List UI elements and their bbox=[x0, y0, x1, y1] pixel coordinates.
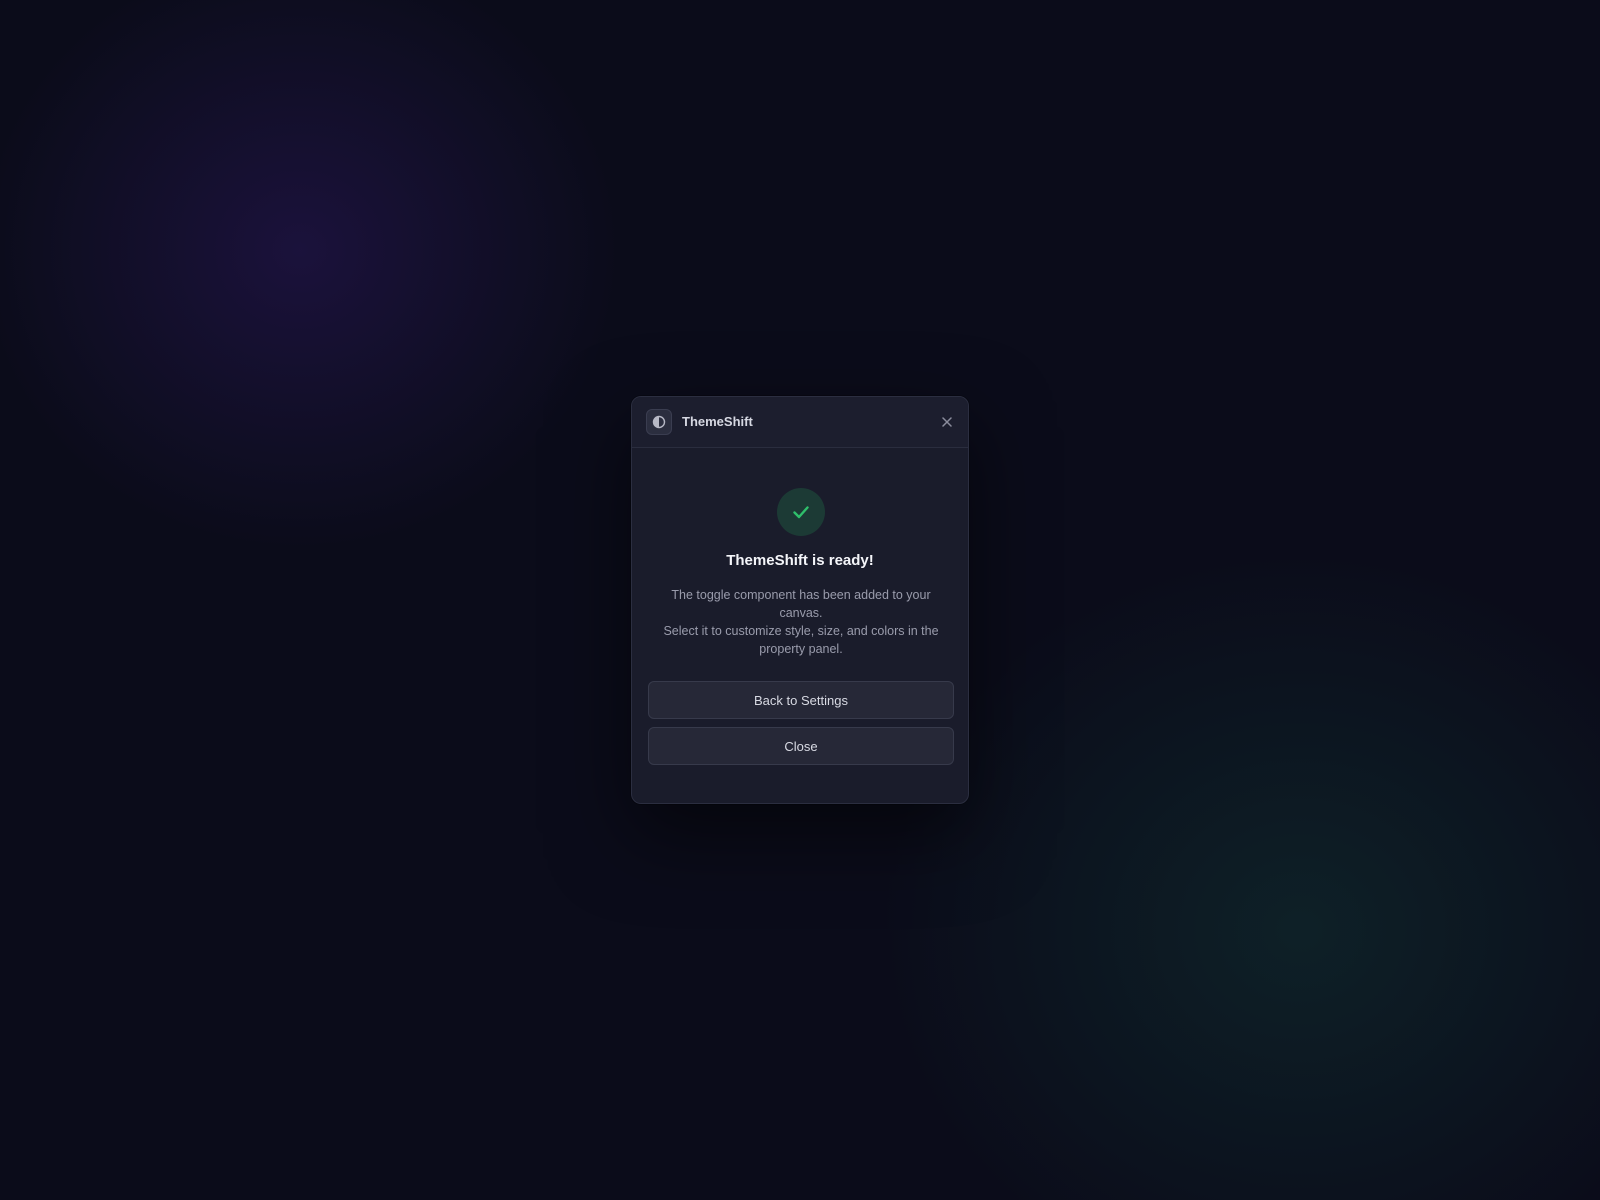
success-description: The toggle component has been added to y… bbox=[662, 586, 940, 658]
app-title: ThemeShift bbox=[682, 414, 753, 429]
dialog-header: ThemeShift bbox=[632, 397, 968, 448]
checkmark-icon bbox=[777, 488, 825, 536]
back-to-settings-button[interactable]: Back to Settings bbox=[648, 681, 954, 719]
description-line-1: The toggle component has been added to y… bbox=[671, 588, 931, 620]
success-title: ThemeShift is ready! bbox=[726, 552, 874, 569]
close-button[interactable]: Close bbox=[648, 727, 954, 765]
close-icon[interactable] bbox=[938, 413, 956, 431]
themeshift-dialog: ThemeShift ThemeShift is ready! The togg… bbox=[631, 396, 969, 804]
description-line-2: Select it to customize style, size, and … bbox=[663, 624, 939, 656]
half-circle-theme-icon bbox=[646, 409, 672, 435]
